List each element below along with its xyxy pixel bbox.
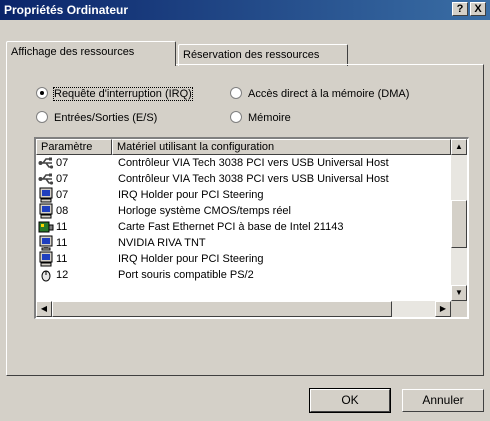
table-row[interactable]: 12 Port souris compatible PS/2 [36, 267, 451, 283]
scroll-down-button[interactable]: ▼ [451, 285, 467, 301]
table-row[interactable]: 07 IRQ Holder pour PCI Steering [36, 187, 451, 203]
row-irq: 12 [56, 269, 69, 281]
tab-resource-reservation[interactable]: Réservation des ressources [178, 44, 348, 66]
scroll-corner [451, 301, 467, 317]
row-irq: 07 [56, 173, 69, 185]
network-card-icon [38, 219, 56, 235]
scroll-up-button[interactable]: ▲ [451, 139, 467, 155]
window-title: Propriétés Ordinateur [4, 3, 129, 17]
scroll-left-button[interactable]: ◀ [36, 301, 52, 317]
scroll-thumb[interactable] [451, 200, 467, 248]
mouse-icon [38, 267, 56, 283]
resource-list[interactable]: Paramètre Matériel utilisant la configur… [34, 137, 469, 319]
radio-indicator [36, 111, 48, 123]
cancel-button[interactable]: Annuler [402, 389, 484, 412]
row-irq: 11 [56, 221, 68, 233]
table-row[interactable]: 07 Contrôleur VIA Tech 3038 PCI vers USB… [36, 171, 451, 187]
ok-button[interactable]: OK [309, 388, 391, 413]
tab-resource-view[interactable]: Affichage des ressources [6, 41, 176, 66]
radio-dma[interactable]: Accès direct à la mémoire (DMA) [230, 86, 409, 102]
row-irq: 07 [56, 189, 69, 201]
row-irq: 11 [56, 253, 68, 265]
computer-icon [38, 203, 56, 219]
radio-indicator [36, 87, 48, 99]
radio-indicator [230, 87, 242, 99]
tab-label: Affichage des ressources [11, 46, 135, 58]
scroll-thumb[interactable] [52, 301, 392, 317]
title-bar[interactable]: Propriétés Ordinateur ? X [0, 0, 490, 20]
row-device: Contrôleur VIA Tech 3038 PCI vers USB Un… [118, 173, 389, 185]
row-device: NVIDIA RIVA TNT [118, 237, 206, 249]
help-button[interactable]: ? [452, 2, 468, 16]
row-irq: 08 [56, 205, 69, 217]
table-row[interactable]: 11 Carte Fast Ethernet PCI à base de Int… [36, 219, 451, 235]
table-row[interactable]: 11 IRQ Holder pour PCI Steering [36, 251, 451, 267]
list-header: Paramètre Matériel utilisant la configur… [36, 139, 451, 155]
radio-label: Requête d'interruption (IRQ) [53, 87, 193, 101]
radio-irq[interactable]: Requête d'interruption (IRQ) [36, 86, 193, 102]
row-device: Carte Fast Ethernet PCI à base de Intel … [118, 221, 344, 233]
radio-label: Entrées/Sorties (E/S) [54, 112, 158, 124]
radio-label: Mémoire [248, 112, 291, 124]
table-row[interactable]: 08 Horloge système CMOS/temps réel [36, 203, 451, 219]
row-device: Contrôleur VIA Tech 3038 PCI vers USB Un… [118, 157, 389, 169]
radio-memory[interactable]: Mémoire [230, 110, 291, 126]
column-header-device[interactable]: Matériel utilisant la configuration [112, 139, 451, 155]
tab-label: Réservation des ressources [183, 49, 320, 61]
close-button[interactable]: X [470, 2, 486, 16]
column-header-parameter[interactable]: Paramètre [36, 139, 112, 155]
radio-label: Accès direct à la mémoire (DMA) [248, 88, 410, 100]
display-icon [38, 235, 56, 251]
row-device: IRQ Holder pour PCI Steering [118, 253, 264, 265]
table-row[interactable]: 11 NVIDIA RIVA TNT [36, 235, 451, 251]
row-irq: 11 [56, 237, 68, 249]
table-row[interactable]: 07 Contrôleur VIA Tech 3038 PCI vers USB… [36, 155, 451, 171]
horizontal-scrollbar[interactable]: ◀ ▶ [36, 301, 451, 317]
radio-io[interactable]: Entrées/Sorties (E/S) [36, 110, 157, 126]
row-device: IRQ Holder pour PCI Steering [118, 189, 264, 201]
usb-icon [38, 171, 56, 187]
computer-icon [38, 251, 56, 267]
row-device: Horloge système CMOS/temps réel [118, 205, 291, 217]
row-device: Port souris compatible PS/2 [118, 269, 254, 281]
scroll-right-button[interactable]: ▶ [435, 301, 451, 317]
row-irq: 07 [56, 157, 69, 169]
usb-icon [38, 155, 56, 171]
radio-indicator [230, 111, 242, 123]
vertical-scrollbar[interactable]: ▲ ▼ [451, 139, 467, 301]
computer-icon [38, 187, 56, 203]
